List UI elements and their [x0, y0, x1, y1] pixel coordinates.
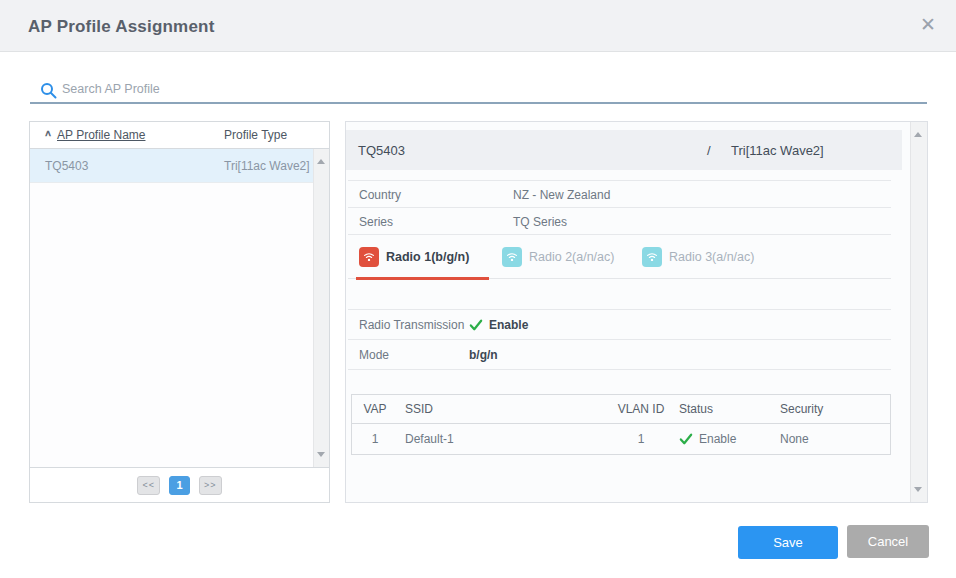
close-icon[interactable]: ✕: [920, 14, 936, 36]
dialog-title: AP Profile Assignment: [28, 17, 215, 37]
status-text: Enable: [699, 432, 736, 446]
pagination-next-button[interactable]: >>: [199, 476, 222, 495]
column-ap-profile-name[interactable]: AP Profile Name: [57, 128, 145, 142]
country-label: Country: [359, 188, 401, 202]
scroll-up-icon[interactable]: [317, 159, 325, 164]
info-section: Country NZ - New Zealand Series TQ Serie…: [348, 180, 891, 235]
dialog-header: AP Profile Assignment ✕: [0, 0, 956, 52]
radio-transmission-label: Radio Transmission: [359, 318, 464, 332]
mode-row: Mode b/g/n: [348, 340, 891, 370]
radio-tabs: Radio 1(b/g/n) Radio 2(a/n/ac) Radio 3(a…: [348, 235, 891, 279]
series-row: Series TQ Series: [348, 208, 891, 235]
tab-radio-1[interactable]: Radio 1(b/g/n): [356, 235, 489, 278]
profile-list-header: ∧ AP Profile Name Profile Type: [30, 122, 329, 149]
radio-transmission-text: Enable: [489, 318, 528, 332]
search-icon: [40, 82, 57, 99]
column-security: Security: [773, 402, 890, 416]
tab-radio-3[interactable]: Radio 3(a/n/ac): [642, 235, 754, 278]
pagination-page-1-button[interactable]: 1: [169, 476, 190, 495]
vap-table: VAP SSID VLAN ID Status Security 1 Defau…: [351, 394, 891, 455]
country-value: NZ - New Zealand: [513, 188, 610, 202]
tab-radio-3-label: Radio 3(a/n/ac): [669, 250, 754, 264]
detail-profile-type: Tri[11ac Wave2]: [731, 143, 824, 158]
wifi-icon-red: [359, 247, 379, 267]
pagination: << 1 >>: [30, 467, 329, 502]
search-bar: [30, 77, 927, 104]
tab-radio-1-label: Radio 1(b/g/n): [386, 250, 469, 264]
radio-settings-section: Radio Transmission Enable Mode b/g/n: [348, 309, 891, 370]
profile-list-panel: ∧ AP Profile Name Profile Type TQ5403 Tr…: [29, 121, 330, 503]
security-cell: None: [773, 432, 890, 446]
tab-radio-2-label: Radio 2(a/n/ac): [529, 250, 614, 264]
profile-list-scrollbar[interactable]: [313, 149, 329, 467]
radio-transmission-value: Enable: [469, 318, 528, 332]
column-status: Status: [672, 402, 773, 416]
vap-cell: 1: [352, 432, 398, 446]
wifi-icon-teal: [502, 247, 522, 267]
detail-header-bar: TQ5403 / Tri[11ac Wave2]: [346, 130, 902, 170]
column-vlan-id: VLAN ID: [610, 402, 672, 416]
save-button[interactable]: Save: [738, 526, 838, 559]
detail-scrollbar[interactable]: [910, 122, 927, 502]
vlan-id-cell: 1: [610, 432, 672, 446]
check-icon: [469, 319, 483, 331]
detail-profile-name: TQ5403: [358, 143, 405, 158]
mode-label: Mode: [359, 348, 389, 362]
vap-table-header: VAP SSID VLAN ID Status Security: [352, 395, 890, 424]
column-profile-type: Profile Type: [224, 128, 287, 142]
scroll-down-icon[interactable]: [317, 452, 325, 457]
profile-row-selected[interactable]: TQ5403 Tri[11ac Wave2]: [30, 149, 313, 183]
radio-transmission-row: Radio Transmission Enable: [348, 310, 891, 340]
profile-detail-panel: TQ5403 / Tri[11ac Wave2] Country NZ - Ne…: [345, 121, 928, 503]
search-input[interactable]: [62, 77, 902, 101]
vap-table-row[interactable]: 1 Default-1 1 Enable None: [352, 424, 890, 454]
check-icon: [679, 433, 693, 445]
tab-radio-2[interactable]: Radio 2(a/n/ac): [502, 235, 642, 278]
profile-type: Tri[11ac Wave2]: [224, 159, 310, 173]
ssid-cell: Default-1: [398, 432, 610, 446]
active-tab-underline: [356, 277, 489, 280]
sort-asc-icon[interactable]: ∧: [44, 128, 52, 138]
pagination-prev-button[interactable]: <<: [137, 476, 160, 495]
mode-value: b/g/n: [469, 348, 498, 362]
detail-separator: /: [707, 143, 711, 158]
scroll-down-icon[interactable]: [914, 487, 922, 492]
profile-name: TQ5403: [45, 159, 88, 173]
column-vap: VAP: [352, 402, 398, 416]
status-cell: Enable: [672, 432, 773, 446]
series-label: Series: [359, 215, 393, 229]
wifi-icon-teal: [642, 247, 662, 267]
profile-detail-content: TQ5403 / Tri[11ac Wave2] Country NZ - Ne…: [346, 122, 910, 502]
profile-list: TQ5403 Tri[11ac Wave2]: [30, 149, 329, 467]
cancel-button[interactable]: Cancel: [847, 525, 929, 558]
column-ssid: SSID: [398, 402, 610, 416]
country-row: Country NZ - New Zealand: [348, 181, 891, 208]
scroll-up-icon[interactable]: [914, 132, 922, 137]
series-value: TQ Series: [513, 215, 567, 229]
